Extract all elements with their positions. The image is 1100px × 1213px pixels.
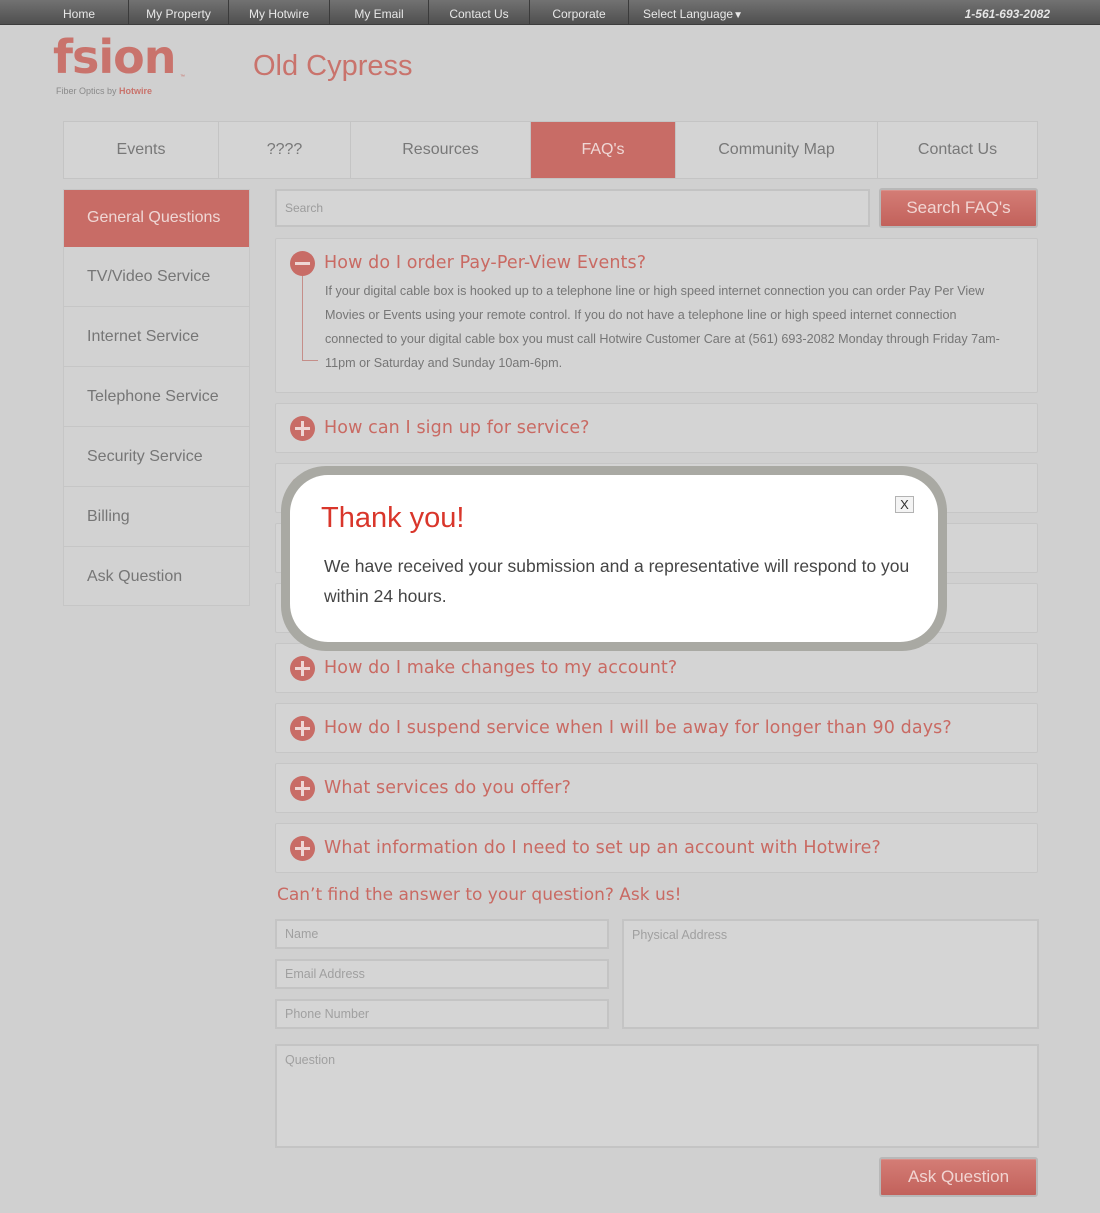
physical-address-field[interactable] (622, 919, 1039, 1029)
top-nav-home[interactable]: Home (30, 0, 129, 25)
top-nav-my-email[interactable]: My Email (330, 0, 429, 25)
email-field[interactable] (275, 959, 609, 989)
faq-item: How can I sign up for service? (275, 403, 1038, 453)
logo-trademark: ™ (180, 74, 185, 80)
faq-question[interactable]: What services do you offer? (324, 776, 571, 801)
chevron-down-icon: ▼ (733, 10, 743, 21)
phone-number: 1-561-693-2082 (964, 7, 1050, 21)
phone-field[interactable] (275, 999, 609, 1029)
answer-connector-line (302, 276, 303, 361)
fusion-logo[interactable]: fsion ™ Fiber Optics by Hotwire (53, 30, 193, 98)
sidebar-item-general-questions[interactable]: General Questions (64, 190, 249, 247)
search-faqs-button[interactable]: Search FAQ's (879, 188, 1038, 228)
faq-question[interactable]: How do I order Pay-Per-View Events? (324, 251, 646, 276)
thank-you-modal: Thank you! X We have received your submi… (290, 475, 938, 642)
tab-events[interactable]: Events (64, 122, 219, 178)
name-field[interactable] (275, 919, 609, 949)
ask-question-button[interactable]: Ask Question (879, 1157, 1038, 1197)
top-nav-my-hotwire[interactable]: My Hotwire (229, 0, 330, 25)
faq-search-input[interactable] (275, 189, 870, 227)
faq-question[interactable]: What information do I need to set up an … (324, 836, 881, 861)
modal-title: Thank you! (321, 502, 465, 534)
expand-plus-icon[interactable] (290, 776, 315, 801)
modal-close-button[interactable]: X (895, 496, 914, 513)
expand-plus-icon[interactable] (290, 836, 315, 861)
logo-wordmark: fsion (53, 30, 177, 84)
tab-contact-us[interactable]: Contact Us (878, 122, 1037, 178)
logo-tagline: Fiber Optics by Hotwire (56, 86, 152, 96)
tab-resources[interactable]: Resources (351, 122, 531, 178)
faq-item: How do I order Pay-Per-View Events? If y… (275, 238, 1038, 393)
faq-item: What services do you offer? (275, 763, 1038, 813)
faq-item: How do I suspend service when I will be … (275, 703, 1038, 753)
expand-plus-icon[interactable] (290, 416, 315, 441)
modal-message: We have received your submission and a r… (324, 556, 910, 606)
tab-faqs[interactable]: FAQ's (531, 122, 676, 178)
logo-tagline-prefix: Fiber Optics by (56, 86, 120, 96)
top-nav-bar: Home My Property My Hotwire My Email Con… (0, 0, 1100, 25)
faq-answer: If your digital cable box is hooked up t… (325, 284, 1000, 370)
logo-tagline-brand: Hotwire (119, 86, 153, 96)
language-select[interactable]: Select Language▼ (629, 0, 759, 25)
collapse-minus-icon[interactable] (290, 251, 315, 276)
tab-community-map[interactable]: Community Map (676, 122, 878, 178)
faq-item: What information do I need to set up an … (275, 823, 1038, 873)
sidebar-item-tv-video-service[interactable]: TV/Video Service (64, 247, 249, 307)
language-select-label: Select Language (643, 7, 734, 21)
expand-plus-icon[interactable] (290, 656, 315, 681)
ask-question-heading: Can’t find the answer to your question? … (277, 885, 682, 905)
faq-category-sidebar: General Questions TV/Video Service Inter… (63, 189, 250, 606)
top-nav-contact-us[interactable]: Contact Us (429, 0, 530, 25)
expand-plus-icon[interactable] (290, 716, 315, 741)
sidebar-item-internet-service[interactable]: Internet Service (64, 307, 249, 367)
main-tabs: Events ???? Resources FAQ's Community Ma… (63, 121, 1038, 179)
sidebar-item-billing[interactable]: Billing (64, 487, 249, 547)
site-title: Old Cypress (253, 50, 413, 82)
faq-question[interactable]: How do I make changes to my account? (324, 656, 677, 681)
sidebar-item-security-service[interactable]: Security Service (64, 427, 249, 487)
top-nav-corporate[interactable]: Corporate (530, 0, 629, 25)
top-nav-my-property[interactable]: My Property (129, 0, 229, 25)
tab-unknown[interactable]: ???? (219, 122, 351, 178)
answer-connector-tick (302, 360, 318, 361)
faq-question[interactable]: How can I sign up for service? (324, 416, 590, 441)
sidebar-item-telephone-service[interactable]: Telephone Service (64, 367, 249, 427)
faq-question[interactable]: How do I suspend service when I will be … (324, 716, 952, 741)
sidebar-item-ask-question[interactable]: Ask Question (64, 547, 249, 605)
question-field[interactable] (275, 1044, 1039, 1148)
